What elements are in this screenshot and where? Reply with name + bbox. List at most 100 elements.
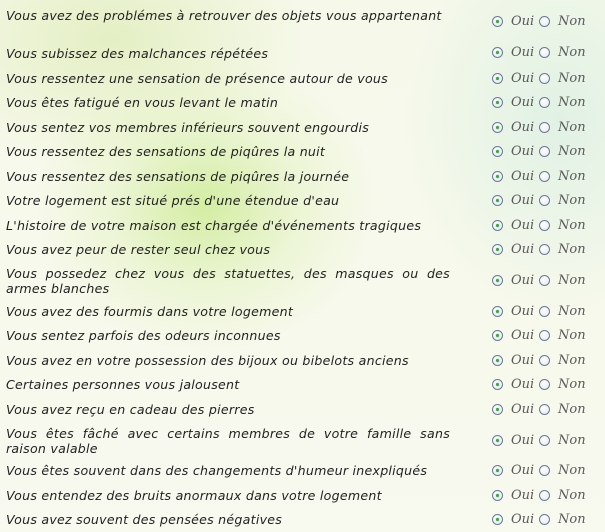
radio-non[interactable] <box>539 170 550 182</box>
radio-non-label[interactable]: Non <box>558 377 586 392</box>
radio-oui[interactable] <box>492 96 503 108</box>
question-text: Certaines personnes vous jalousent <box>6 377 240 392</box>
question-text: Vous avez des problémes à retrouver des … <box>6 8 442 23</box>
radio-non[interactable] <box>539 121 550 133</box>
radio-non[interactable] <box>539 96 550 108</box>
radio-oui-label[interactable]: Oui <box>511 402 535 417</box>
answer-radio-group: Oui Non <box>492 272 586 288</box>
radio-oui[interactable] <box>492 354 503 366</box>
radio-non[interactable] <box>539 274 550 286</box>
radio-non[interactable] <box>539 243 550 255</box>
radio-oui[interactable] <box>492 170 503 182</box>
radio-oui-label[interactable]: Oui <box>511 45 535 60</box>
question-text: Vous êtes fâché avec certains membres de… <box>6 426 450 456</box>
radio-non-label[interactable]: Non <box>558 402 586 417</box>
radio-non-label[interactable]: Non <box>558 71 586 86</box>
question-text: Vous avez souvent des pensées négatives <box>6 512 283 527</box>
radio-non[interactable] <box>539 489 550 501</box>
radio-non[interactable] <box>539 194 550 206</box>
radio-non[interactable] <box>539 15 550 27</box>
radio-oui[interactable] <box>492 305 503 317</box>
radio-oui-label[interactable]: Oui <box>511 488 535 503</box>
radio-oui-label[interactable]: Oui <box>511 433 535 448</box>
answer-radio-group: Oui Non <box>492 94 586 110</box>
radio-oui-label[interactable]: Oui <box>511 328 535 343</box>
answer-radio-group: Oui Non <box>492 303 586 319</box>
radio-oui[interactable] <box>492 194 503 206</box>
radio-oui-label[interactable]: Oui <box>511 242 535 257</box>
question-text: Votre logement est situé prés d'une éten… <box>6 193 340 208</box>
radio-oui[interactable] <box>492 121 503 133</box>
radio-oui-label[interactable]: Oui <box>511 273 535 288</box>
question-text: Vous sentez parfois des odeurs inconnues <box>6 328 281 343</box>
radio-non[interactable] <box>539 305 550 317</box>
radio-non-label[interactable]: Non <box>558 463 586 478</box>
radio-oui-label[interactable]: Oui <box>511 14 535 29</box>
radio-oui-label[interactable]: Oui <box>511 353 535 368</box>
radio-oui[interactable] <box>492 464 503 476</box>
answer-radio-group: Oui Non <box>492 401 586 417</box>
answer-radio-group: Oui Non <box>492 13 586 29</box>
radio-non-label[interactable]: Non <box>558 144 586 159</box>
radio-non[interactable] <box>539 464 550 476</box>
radio-non[interactable] <box>539 354 550 366</box>
radio-non-label[interactable]: Non <box>558 304 586 319</box>
radio-oui[interactable] <box>492 489 503 501</box>
radio-non-label[interactable]: Non <box>558 120 586 135</box>
radio-non-label[interactable]: Non <box>558 218 586 233</box>
radio-oui[interactable] <box>492 378 503 390</box>
radio-oui-label[interactable]: Oui <box>511 377 535 392</box>
question-text: Vous entendez des bruits anormaux dans v… <box>6 488 382 503</box>
question-text: Vous possedez chez vous des statuettes, … <box>6 266 450 296</box>
radio-non-label[interactable]: Non <box>558 14 586 29</box>
radio-oui[interactable] <box>492 145 503 157</box>
answer-radio-group: Oui Non <box>492 192 586 208</box>
radio-oui[interactable] <box>492 329 503 341</box>
radio-oui[interactable] <box>492 403 503 415</box>
radio-non[interactable] <box>539 378 550 390</box>
radio-non-label[interactable]: Non <box>558 353 586 368</box>
radio-oui[interactable] <box>492 15 503 27</box>
radio-non[interactable] <box>539 72 550 84</box>
radio-non-label[interactable]: Non <box>558 169 586 184</box>
radio-oui[interactable] <box>492 274 503 286</box>
radio-oui-label[interactable]: Oui <box>511 144 535 159</box>
radio-non-label[interactable]: Non <box>558 488 586 503</box>
question-text: Vous avez peur de rester seul chez vous <box>6 242 271 257</box>
radio-oui-label[interactable]: Oui <box>511 71 535 86</box>
question-text: Vous ressentez une sensation de présence… <box>6 71 388 86</box>
radio-non[interactable] <box>539 46 550 58</box>
radio-non-label[interactable]: Non <box>558 433 586 448</box>
radio-oui-label[interactable]: Oui <box>511 169 535 184</box>
radio-oui-label[interactable]: Oui <box>511 120 535 135</box>
radio-non[interactable] <box>539 145 550 157</box>
radio-oui[interactable] <box>492 46 503 58</box>
radio-non-label[interactable]: Non <box>558 273 586 288</box>
radio-oui-label[interactable]: Oui <box>511 193 535 208</box>
radio-non[interactable] <box>539 403 550 415</box>
radio-oui-label[interactable]: Oui <box>511 218 535 233</box>
radio-non[interactable] <box>539 219 550 231</box>
answer-radio-group: Oui Non <box>492 376 586 392</box>
radio-oui[interactable] <box>492 219 503 231</box>
radio-non-label[interactable]: Non <box>558 242 586 257</box>
radio-non[interactable] <box>539 513 550 525</box>
radio-oui-label[interactable]: Oui <box>511 304 535 319</box>
radio-non-label[interactable]: Non <box>558 512 586 527</box>
radio-non[interactable] <box>539 434 550 446</box>
radio-non-label[interactable]: Non <box>558 193 586 208</box>
radio-non[interactable] <box>539 329 550 341</box>
radio-non-label[interactable]: Non <box>558 328 586 343</box>
question-text: Vous êtes souvent dans des changements d… <box>6 463 428 478</box>
radio-oui[interactable] <box>492 243 503 255</box>
radio-non-label[interactable]: Non <box>558 45 586 60</box>
radio-non-label[interactable]: Non <box>558 95 586 110</box>
radio-oui-label[interactable]: Oui <box>511 512 535 527</box>
radio-oui-label[interactable]: Oui <box>511 463 535 478</box>
radio-oui[interactable] <box>492 513 503 525</box>
answer-radio-group: Oui Non <box>492 143 586 159</box>
radio-oui-label[interactable]: Oui <box>511 95 535 110</box>
radio-oui[interactable] <box>492 72 503 84</box>
answer-radio-group: Oui Non <box>492 168 586 184</box>
radio-oui[interactable] <box>492 434 503 446</box>
